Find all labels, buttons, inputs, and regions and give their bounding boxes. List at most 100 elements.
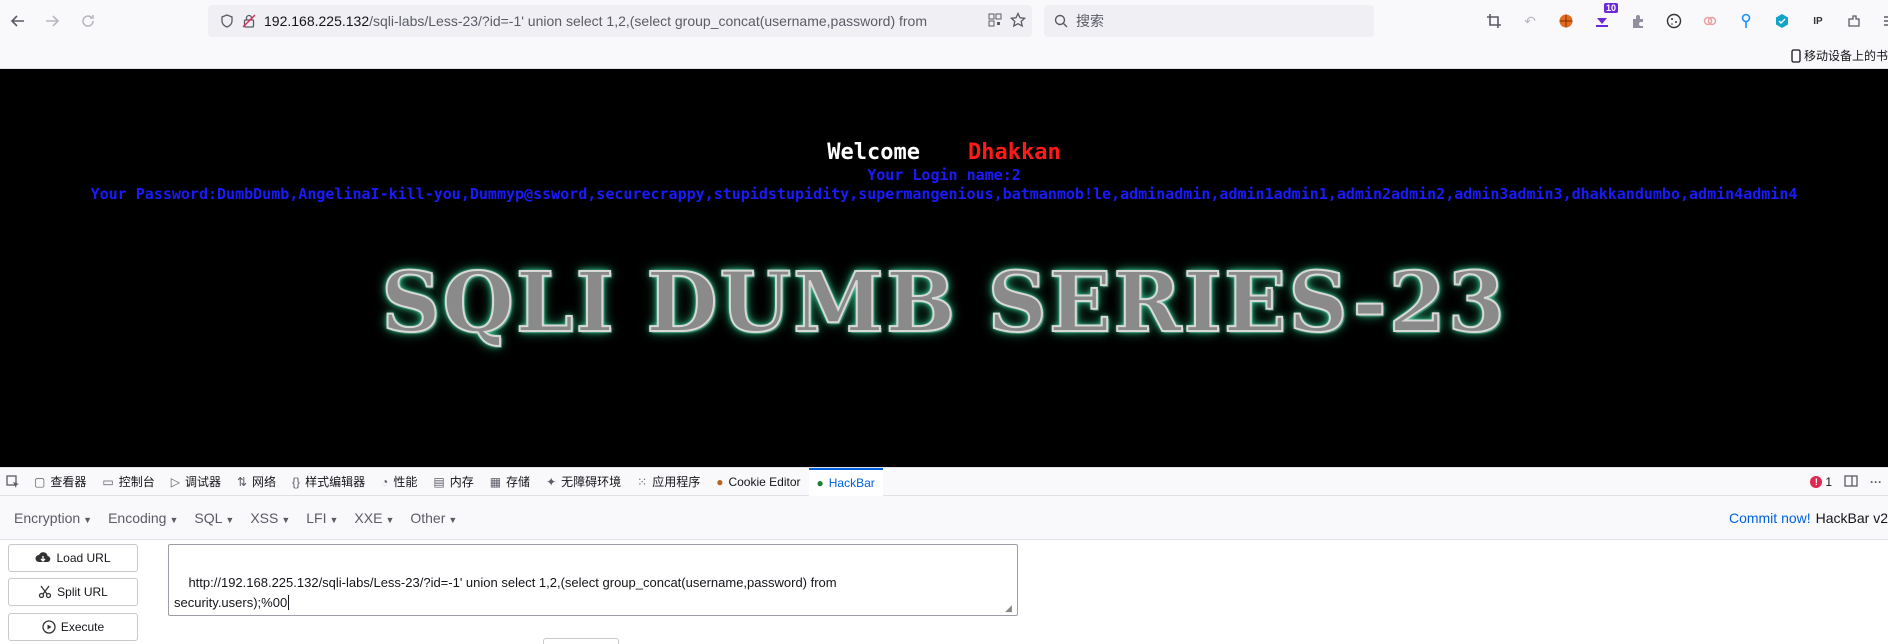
memory-icon: ▤: [433, 474, 445, 489]
location-pin-icon[interactable]: [1734, 9, 1758, 33]
extension-cube-icon[interactable]: [1770, 9, 1794, 33]
screenshot-crop-icon[interactable]: [1482, 9, 1506, 33]
menu-other[interactable]: Other ▼: [402, 510, 465, 526]
split-url-button[interactable]: Split URL: [8, 578, 138, 606]
accessibility-icon: ✦: [546, 474, 557, 489]
storage-icon: ▦: [489, 474, 502, 489]
password-text: Your Password:DumbDumb,AngelinaI-kill-yo…: [90, 185, 1798, 203]
tab-network[interactable]: ⇅ 网络: [229, 468, 284, 496]
menu-label: XSS: [250, 509, 279, 526]
application-icon: ⁙: [637, 474, 648, 489]
extension-download-icon[interactable]: 10: [1590, 3, 1618, 33]
menu-label: LFI: [306, 509, 327, 526]
forward-button[interactable]: [36, 5, 68, 37]
bookmark-star-icon[interactable]: [1009, 11, 1027, 31]
load-url-label: Load URL: [56, 551, 111, 565]
app-menu-icon[interactable]: [1878, 9, 1888, 33]
tab-memory[interactable]: ▤ 内存: [425, 468, 481, 496]
cookie-icon[interactable]: [1662, 9, 1686, 33]
error-icon: !: [1810, 476, 1823, 488]
menu-xxe[interactable]: XXE ▼: [346, 510, 402, 526]
browser-toolbar: 192.168.225.132/sqli-labs/Less-23/?id=-1…: [0, 0, 1888, 43]
devtools-tabbar: ▢ 查看器 ▭ 控制台 ▷ 调试器 ⇅ 网络 {} 样式编辑器 ◔ 性能 ▤ 内存 ▦ 存储 ✦ 无障碍环境 ⁙ 应用…: [0, 467, 1888, 496]
tab-label: 性能: [393, 475, 418, 489]
tab-label: 样式编辑器: [305, 475, 366, 489]
search-icon: [1054, 14, 1068, 28]
reload-button[interactable]: [72, 5, 104, 37]
menu-label: XXE: [354, 509, 383, 526]
split-url-label: Split URL: [57, 585, 108, 599]
scissors-icon: [39, 585, 52, 599]
tab-storage[interactable]: ▦ 存储: [482, 468, 538, 496]
resize-handle-icon[interactable]: ◢: [1005, 603, 1015, 613]
cloud-download-icon: [35, 552, 51, 563]
login-name-text: Your Login name:2: [867, 166, 1021, 184]
url-textarea[interactable]: http://192.168.225.132/sqli-labs/Less-23…: [168, 544, 1018, 616]
menu-encoding[interactable]: Encoding ▼: [100, 510, 186, 526]
extension-basketball-icon[interactable]: [1554, 9, 1578, 33]
tab-performance[interactable]: ◔ 性能: [373, 468, 425, 496]
url-path: /sqli-labs/Less-23/?id=-1' union select …: [369, 13, 928, 29]
error-count-badge[interactable]: ! 1: [1810, 475, 1832, 489]
extension-badge: 10: [1603, 3, 1618, 13]
page-content: Welcome Dhakkan Your Login name:2 Your Pa…: [0, 69, 1888, 467]
extensions-menu-icon[interactable]: [1842, 9, 1866, 33]
tab-console[interactable]: ▭ 控制台: [94, 468, 162, 496]
bookmarks-toolbar: 移动设备上的书: [0, 43, 1888, 69]
tab-label: 应用程序: [652, 475, 701, 489]
menu-xss[interactable]: XSS ▼: [242, 510, 298, 526]
devtools-right-controls: ! 1 ···: [1810, 468, 1882, 496]
menu-lfi[interactable]: LFI ▼: [298, 510, 346, 526]
address-bar[interactable]: 192.168.225.132/sqli-labs/Less-23/?id=-1…: [208, 5, 1032, 37]
tab-label: 内存: [449, 475, 474, 489]
tab-hackbar[interactable]: ● HackBar: [808, 467, 883, 496]
chevron-down-icon: ▼: [281, 514, 291, 525]
tab-accessibility[interactable]: ✦ 无障碍环境: [538, 468, 629, 496]
menu-encryption[interactable]: Encryption ▼: [6, 510, 100, 526]
tab-style-editor[interactable]: {} 样式编辑器: [284, 468, 373, 496]
welcome-text: Welcome: [827, 140, 920, 165]
qr-code-icon[interactable]: [988, 13, 1002, 30]
tab-application[interactable]: ⁙ 应用程序: [629, 468, 708, 496]
back-button[interactable]: [2, 5, 34, 37]
inspector-icon: ▢: [34, 474, 46, 489]
dock-side-icon[interactable]: [1844, 474, 1858, 491]
network-icon: ⇅: [236, 474, 248, 489]
tab-label: 控制台: [118, 475, 155, 489]
search-bar[interactable]: 搜索: [1044, 5, 1374, 37]
tab-label: HackBar: [828, 475, 875, 490]
text-cursor: [288, 595, 290, 610]
menu-sql[interactable]: SQL ▼: [186, 510, 242, 526]
ip-icon[interactable]: IP: [1806, 9, 1830, 33]
tab-label: 网络: [252, 475, 277, 489]
element-picker-button[interactable]: [0, 468, 26, 496]
partial-button[interactable]: [543, 638, 619, 644]
load-url-button[interactable]: Load URL: [8, 544, 138, 572]
forward-arrow-icon: [46, 15, 60, 27]
tab-inspector[interactable]: ▢ 查看器: [26, 468, 94, 496]
commit-now-link[interactable]: Commit now!: [1729, 510, 1811, 526]
menu-label: Encryption: [14, 509, 81, 526]
menu-label: Encoding: [108, 509, 167, 526]
tab-cookie[interactable]: ● Cookie Editor: [708, 468, 808, 496]
url-text[interactable]: 192.168.225.132/sqli-labs/Less-23/?id=-1…: [264, 13, 964, 29]
series-banner: SQLI DUMB SERIES-23: [380, 254, 1507, 352]
debugger-icon: ▷: [170, 474, 180, 489]
hackbar-version: HackBar v2: [1815, 510, 1888, 526]
menu-label: SQL: [194, 509, 223, 526]
hackbar-icon: ●: [816, 475, 824, 490]
url-textarea-value: http://192.168.225.132/sqli-labs/Less-23…: [174, 575, 837, 610]
execute-button[interactable]: Execute: [8, 613, 138, 641]
devtools-more-icon[interactable]: ···: [1870, 475, 1882, 489]
extension-puzzle-icon[interactable]: [1626, 9, 1650, 33]
error-count: 1: [1825, 475, 1832, 489]
chevron-down-icon: ▼: [83, 514, 93, 525]
tracking-protection-icon[interactable]: [216, 14, 238, 28]
undo-icon[interactable]: ↶: [1518, 9, 1542, 33]
mobile-bookmarks-item[interactable]: 移动设备上的书: [1791, 47, 1888, 64]
chevron-down-icon: ▼: [329, 514, 339, 525]
tab-debugger[interactable]: ▷ 调试器: [163, 468, 229, 496]
insecure-lock-icon[interactable]: [238, 14, 260, 28]
extension-link-icon[interactable]: [1698, 9, 1722, 33]
chevron-down-icon: ▼: [385, 514, 395, 525]
